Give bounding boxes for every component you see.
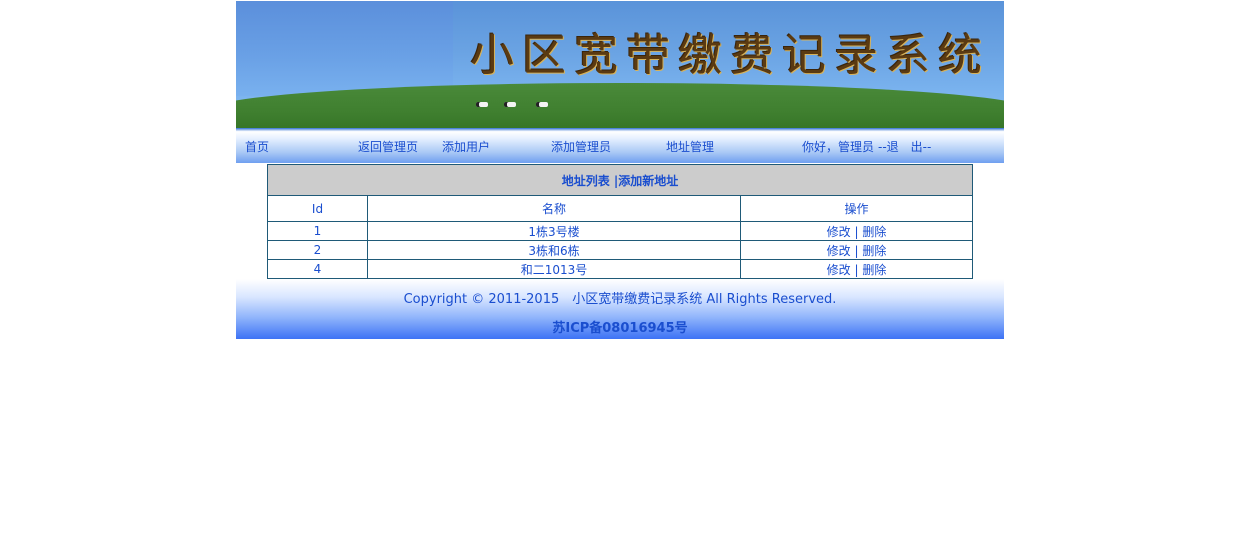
delete-link[interactable]: 删除 bbox=[862, 263, 886, 277]
table-header-row: Id 名称 操作 bbox=[267, 195, 973, 222]
table-row: 2 3栋和6栋 修改 | 删除 bbox=[267, 240, 973, 260]
nav-address-management[interactable]: 地址管理 bbox=[666, 138, 714, 155]
action-separator: | bbox=[854, 224, 859, 239]
edit-link[interactable]: 修改 bbox=[827, 225, 851, 239]
nav-add-user[interactable]: 添加用户 bbox=[442, 138, 490, 155]
delete-link[interactable]: 删除 bbox=[862, 244, 886, 258]
table-caption: 地址列表 |添加新地址 bbox=[267, 164, 973, 196]
edit-link[interactable]: 修改 bbox=[827, 263, 851, 277]
cell-actions: 修改 | 删除 bbox=[740, 240, 973, 260]
icp-license-text: 苏ICP备08016945号 bbox=[552, 321, 688, 336]
banner-grass-hill bbox=[236, 83, 1004, 128]
action-separator: | bbox=[854, 243, 859, 258]
table-row: 4 和二1013号 修改 | 删除 bbox=[267, 259, 973, 279]
column-header-action: 操作 bbox=[740, 195, 973, 222]
cell-name: 1栋3号楼 bbox=[367, 221, 741, 241]
copyright-text: Copyright © 2011-2015 小区宽带缴费记录系统 All Rig… bbox=[403, 292, 837, 307]
logout-link[interactable]: --退 出-- bbox=[878, 138, 931, 155]
cow-icon bbox=[476, 102, 488, 107]
delete-link[interactable]: 删除 bbox=[862, 225, 886, 239]
banner-sky bbox=[236, 1, 453, 96]
greeting-text: 你好，管理员 bbox=[802, 140, 875, 154]
nav-home[interactable]: 首页 bbox=[245, 138, 269, 155]
site-title: 小区宽带缴费记录系统 bbox=[470, 30, 990, 81]
table-row: 1 1栋3号楼 修改 | 删除 bbox=[267, 221, 973, 241]
address-list-link[interactable]: 地址列表 bbox=[562, 174, 610, 188]
address-table: 地址列表 |添加新地址 Id 名称 操作 1 1栋3号楼 修改 | 删除 2 3… bbox=[267, 164, 973, 279]
column-header-id: Id bbox=[267, 195, 368, 222]
column-header-name: 名称 bbox=[367, 195, 741, 222]
page-wrapper: 小区宽带缴费记录系统 首页 返回管理页 添加用户 添加管理员 地址管理 你好，管… bbox=[236, 1, 1004, 339]
edit-link[interactable]: 修改 bbox=[827, 244, 851, 258]
cow-icon bbox=[536, 102, 548, 107]
action-separator: | bbox=[854, 262, 859, 277]
cell-id: 4 bbox=[267, 259, 368, 279]
table-caption-row: 地址列表 |添加新地址 bbox=[267, 164, 973, 196]
page-footer: Copyright © 2011-2015 小区宽带缴费记录系统 All Rig… bbox=[236, 279, 1004, 339]
cell-id: 1 bbox=[267, 221, 368, 241]
cell-actions: 修改 | 删除 bbox=[740, 221, 973, 241]
cell-name: 和二1013号 bbox=[367, 259, 741, 279]
cell-id: 2 bbox=[267, 240, 368, 260]
add-address-link[interactable]: 添加新地址 bbox=[618, 174, 678, 188]
cell-actions: 修改 | 删除 bbox=[740, 259, 973, 279]
nav-bar: 首页 返回管理页 添加用户 添加管理员 地址管理 你好，管理员 --退 出-- bbox=[236, 128, 1004, 163]
header-banner: 小区宽带缴费记录系统 bbox=[236, 1, 1004, 128]
cow-icon bbox=[504, 102, 516, 107]
nav-add-admin[interactable]: 添加管理员 bbox=[551, 138, 611, 155]
cell-name: 3栋和6栋 bbox=[367, 240, 741, 260]
nav-back-admin[interactable]: 返回管理页 bbox=[358, 138, 418, 155]
